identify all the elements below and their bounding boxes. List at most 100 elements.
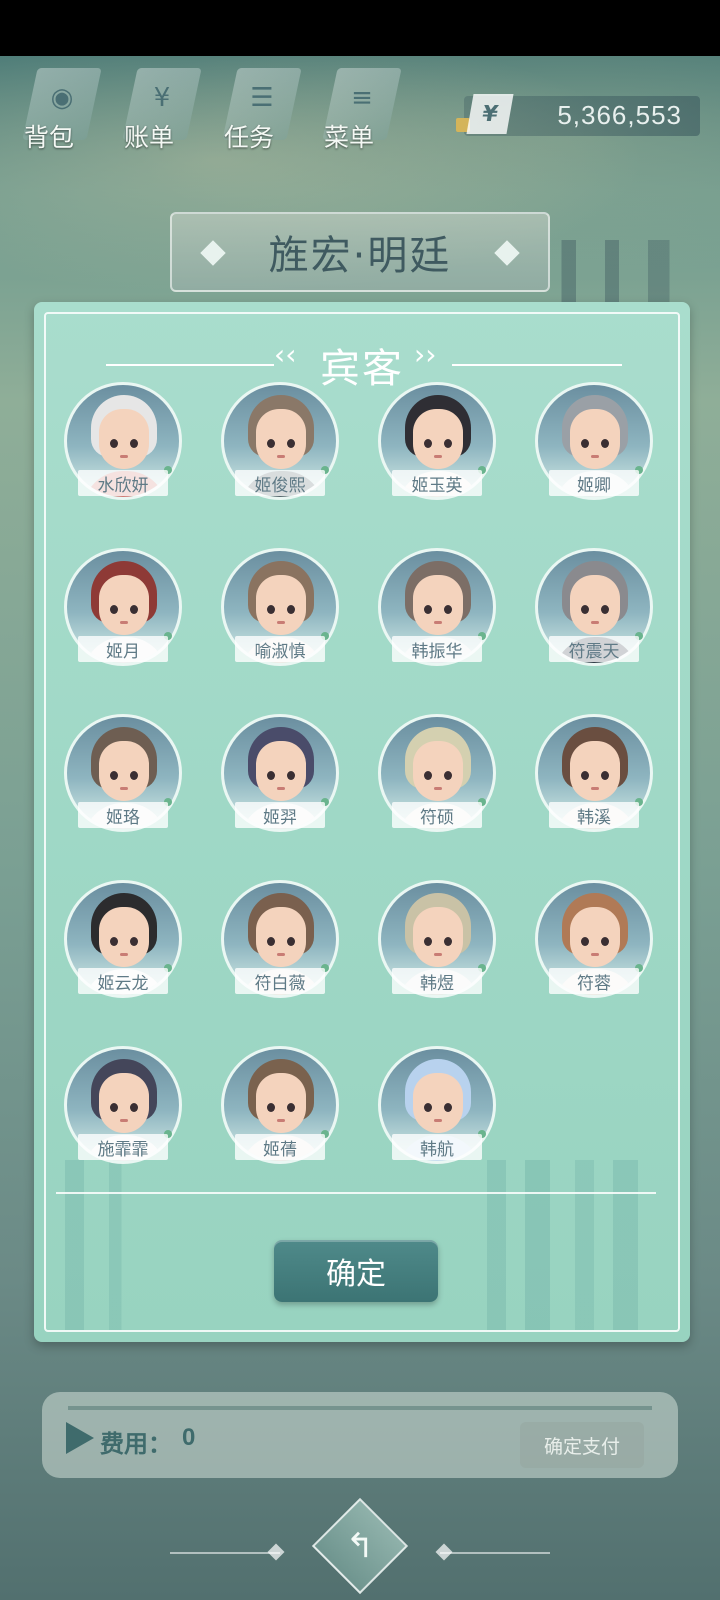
guest-name: 水欣妍 [78, 470, 168, 496]
guest-avatar[interactable]: 符蓉 [535, 880, 653, 998]
avatar-face [570, 741, 620, 801]
cost-panel: 费用： 0 确定支付 [42, 1392, 678, 1478]
eye-icon [581, 605, 589, 614]
location-plate: 旌宏·明廷 [170, 212, 550, 292]
guest-avatar[interactable]: 韩煜 [378, 880, 496, 998]
eye-icon [130, 771, 138, 780]
guest-avatar[interactable]: 姬卿 [535, 382, 653, 500]
dialog-header: ‹‹ 宾客 ›› [34, 324, 690, 392]
mouth-icon [434, 621, 442, 624]
mouth-icon [120, 787, 128, 790]
avatar-face [99, 1073, 149, 1133]
eye-icon [287, 439, 295, 448]
menu-label-backpack: 背包 [24, 123, 75, 152]
decor-line [170, 1552, 280, 1554]
yuan-icon: ¥ [466, 94, 514, 134]
avatar-face [99, 409, 149, 469]
eye-icon [110, 937, 118, 946]
avatar-face [256, 907, 306, 967]
guest-avatar[interactable]: 姬玉英 [378, 382, 496, 500]
confirm-pay-button[interactable]: 确定支付 [520, 1422, 644, 1468]
eye-icon [581, 937, 589, 946]
guest-avatar[interactable]: 韩振华 [378, 548, 496, 666]
back-button[interactable] [311, 1497, 409, 1595]
avatar-face [570, 575, 620, 635]
eye-icon [444, 605, 452, 614]
mouth-icon [591, 621, 599, 624]
eye-icon [601, 937, 609, 946]
cost-label: 费用： [100, 1430, 172, 1458]
mouth-icon [434, 953, 442, 956]
guest-grid: 水欣妍 姬俊熙 姬玉英 姬卿姬月 喻淑慎 韩振华 符震天姬珞 姬羿 符硕 韩溪姬云龙 符白薇 韩煜 符蓉… [64, 382, 692, 1164]
guest-name: 施霏霏 [78, 1134, 168, 1160]
decor-diamond [267, 1543, 285, 1561]
guest-avatar[interactable]: 姬蒨 [221, 1046, 339, 1164]
guest-avatar[interactable]: 韩溪 [535, 714, 653, 832]
mouth-icon [120, 621, 128, 624]
guest-avatar[interactable]: 施霏霏 [64, 1046, 182, 1164]
guest-avatar[interactable]: 韩航 [378, 1046, 496, 1164]
guest-avatar[interactable]: 喻淑慎 [221, 548, 339, 666]
guest-avatar[interactable]: 符震天 [535, 548, 653, 666]
guest-avatar[interactable]: 姬羿 [221, 714, 339, 832]
chevron-right-icon: ›› [414, 338, 437, 371]
avatar-face [256, 575, 306, 635]
avatar-face [256, 741, 306, 801]
eye-icon [267, 937, 275, 946]
guest-avatar[interactable]: 符硕 [378, 714, 496, 832]
eye-icon [424, 439, 432, 448]
avatar-face [570, 907, 620, 967]
eye-icon [287, 1103, 295, 1112]
guest-name: 韩溪 [549, 802, 639, 828]
mouth-icon [120, 455, 128, 458]
guest-name: 符震天 [549, 636, 639, 662]
mouth-icon [277, 455, 285, 458]
guest-name: 姬羿 [235, 802, 325, 828]
guest-avatar[interactable]: 姬云龙 [64, 880, 182, 998]
avatar-face [256, 1073, 306, 1133]
guest-name: 姬卿 [549, 470, 639, 496]
eye-icon [110, 439, 118, 448]
mouth-icon [120, 953, 128, 956]
mouth-icon [591, 787, 599, 790]
eye-icon [110, 1103, 118, 1112]
eye-icon [130, 937, 138, 946]
menu-item-task[interactable]: ☰ 任务 [220, 62, 302, 154]
menu-item-backpack[interactable]: ◉ 背包 [20, 62, 102, 154]
avatar-face [570, 409, 620, 469]
guest-avatar[interactable]: 符白薇 [221, 880, 339, 998]
guest-avatar[interactable]: 姬俊熙 [221, 382, 339, 500]
avatar-face [413, 409, 463, 469]
avatar-face [413, 907, 463, 967]
eye-icon [424, 605, 432, 614]
mouth-icon [434, 787, 442, 790]
menu-item-bill[interactable]: ¥ 账单 [120, 62, 202, 154]
confirm-button[interactable]: 确定 [274, 1240, 438, 1302]
eye-icon [444, 439, 452, 448]
avatar-face [413, 575, 463, 635]
eye-icon [287, 605, 295, 614]
play-icon [66, 1422, 94, 1454]
guest-avatar[interactable]: 姬珞 [64, 714, 182, 832]
money-value: 5,366,553 [557, 100, 682, 130]
eye-icon [581, 771, 589, 780]
avatar-face [413, 1073, 463, 1133]
avatar-face [413, 741, 463, 801]
top-menu: ◉ 背包 ¥ 账单 ☰ 任务 ≡ 菜单 [20, 62, 402, 154]
guest-avatar[interactable]: 姬月 [64, 548, 182, 666]
eye-icon [601, 439, 609, 448]
mouth-icon [591, 455, 599, 458]
menu-item-menu[interactable]: ≡ 菜单 [320, 62, 402, 154]
eye-icon [287, 771, 295, 780]
guest-avatar[interactable]: 水欣妍 [64, 382, 182, 500]
header-line [452, 364, 622, 366]
backpack-icon: ◉ [50, 83, 74, 113]
guest-name: 姬玉英 [392, 470, 482, 496]
eye-icon [110, 605, 118, 614]
eye-icon [444, 1103, 452, 1112]
eye-icon [287, 937, 295, 946]
diamond-icon [494, 240, 520, 266]
avatar-face [99, 907, 149, 967]
status-bar [0, 0, 720, 56]
eye-icon [424, 1103, 432, 1112]
